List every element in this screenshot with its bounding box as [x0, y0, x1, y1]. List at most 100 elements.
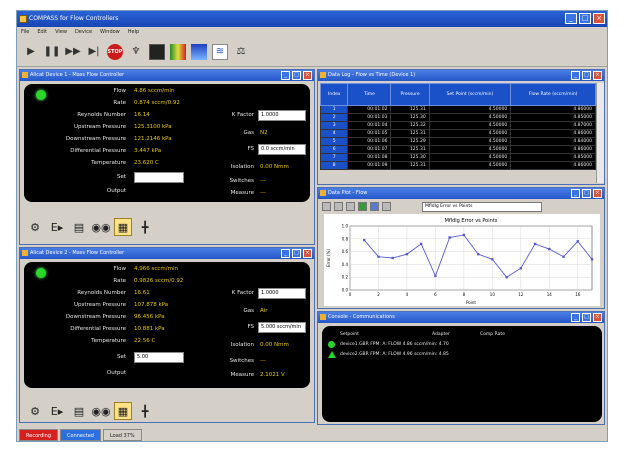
- crosshair-icon[interactable]: ╋: [136, 402, 154, 420]
- device2-titlebar[interactable]: Alicat Device 2 - Mass Flow Controller _…: [20, 248, 314, 259]
- device1-toolbar: ⚙ E▸ ▤ ◉◉ ▦ ╋: [26, 218, 154, 236]
- plot-icon[interactable]: ≋: [212, 43, 228, 60]
- connect-icon[interactable]: ⚙: [26, 402, 44, 420]
- minimize-button[interactable]: _: [565, 13, 577, 24]
- k-factor-input[interactable]: 1.0000: [258, 110, 306, 121]
- plot-maximize-button[interactable]: □: [582, 189, 591, 198]
- gauge-icon[interactable]: [170, 43, 186, 60]
- console-maximize-button[interactable]: □: [582, 313, 591, 322]
- menu-help[interactable]: Help: [128, 27, 139, 37]
- copy-icon[interactable]: [370, 202, 379, 211]
- controller-icon[interactable]: ▦: [114, 218, 132, 236]
- table-row[interactable]: 4 00:01:05 125.31 4.50000 4.86000: [319, 129, 596, 138]
- run-icon[interactable]: ▶: [23, 44, 39, 60]
- stop-button[interactable]: STOP: [107, 43, 123, 60]
- console-minimize-button[interactable]: _: [571, 313, 580, 322]
- table-cell: 00:01:09: [347, 161, 392, 170]
- skip-icon[interactable]: ▶▶: [65, 44, 81, 60]
- device1-maximize-button[interactable]: □: [292, 71, 301, 80]
- device1-close-button[interactable]: ×: [303, 71, 312, 80]
- isolation-label: Isolation: [230, 164, 254, 170]
- column-header-flow-rate[interactable]: Flow Rate (sccm/min): [510, 83, 596, 106]
- datalog-close-button[interactable]: ×: [593, 71, 602, 80]
- menu-edit[interactable]: Edit: [37, 27, 47, 37]
- menu-device[interactable]: Device: [75, 27, 92, 37]
- plot-minimize-button[interactable]: _: [571, 189, 580, 198]
- plot-titlebar[interactable]: Data Plot - Flow _ □ ×: [318, 188, 604, 199]
- flow-label: Flow: [113, 266, 126, 272]
- fs-label: FS: [247, 324, 254, 330]
- fs-input[interactable]: 0.0 sccm/min: [258, 144, 306, 155]
- datalog-titlebar[interactable]: Data Log - Flow vs Time (Device 1) _ □ ×: [318, 70, 604, 81]
- k-factor-input[interactable]: 1.0000: [258, 288, 306, 299]
- export-icon[interactable]: E▸: [48, 218, 66, 236]
- table-row[interactable]: 2 00:01:03 125.30 4.50000 4.85000: [319, 113, 596, 122]
- grid-view-icon[interactable]: [149, 43, 165, 60]
- pause-icon[interactable]: ❚❚: [44, 44, 61, 60]
- device2-toolbar: ⚙ E▸ ▤ ◉◉ ▦ ╋: [26, 402, 154, 420]
- table-row[interactable]: 7 00:01:08 125.30 4.50000 4.85000: [319, 153, 596, 162]
- connect-icon[interactable]: ⚙: [26, 218, 44, 236]
- column-header-index[interactable]: Index: [319, 83, 349, 106]
- database-icon[interactable]: ▤: [70, 218, 88, 236]
- controller-icon[interactable]: ▦: [114, 402, 132, 420]
- close-button[interactable]: ×: [593, 13, 605, 24]
- column-header-time[interactable]: Time: [347, 83, 392, 106]
- status-recording: Recording: [19, 429, 59, 441]
- print-icon[interactable]: [346, 202, 355, 211]
- column-header-pressure[interactable]: Pressure: [390, 83, 430, 106]
- pan-icon[interactable]: [334, 202, 343, 211]
- table-row[interactable]: 5 00:01:06 125.29 4.50000 4.84000: [319, 137, 596, 146]
- calibrate-icon[interactable]: ⚖: [233, 44, 249, 60]
- table-cell: 4.50000: [428, 145, 512, 154]
- device1-minimize-button[interactable]: _: [281, 71, 290, 80]
- datalog-maximize-button[interactable]: □: [582, 71, 591, 80]
- y-tick-label: 0.0: [342, 288, 349, 293]
- x-tick-label: 0: [349, 292, 352, 297]
- device2-minimize-button[interactable]: _: [281, 249, 290, 258]
- meter-icon[interactable]: ◉◉: [91, 402, 110, 420]
- zoom-icon[interactable]: [322, 202, 331, 211]
- device1-titlebar[interactable]: Alicat Device 1 - Mass Flow Controller _…: [20, 70, 314, 81]
- table-cell: 3: [319, 121, 349, 130]
- fs-input[interactable]: 5.000 sccm/min: [258, 322, 306, 333]
- column-header-setpoint[interactable]: Set Point (sccm/min): [428, 83, 512, 106]
- database-icon[interactable]: ▤: [70, 402, 88, 420]
- grid-icon[interactable]: [382, 202, 391, 211]
- datalog-scrollbar[interactable]: [596, 83, 604, 183]
- table-cell: 00:01:05: [347, 129, 392, 138]
- step-icon[interactable]: ▶|: [86, 44, 102, 60]
- table-cell: 4.50000: [428, 129, 512, 138]
- table-row[interactable]: 8 00:01:09 125.31 4.50000 4.86000: [319, 161, 596, 170]
- title-bar[interactable]: COMPASS for Flow Controllers _ □ ×: [17, 11, 607, 27]
- save-icon[interactable]: [358, 202, 367, 211]
- valve-icon[interactable]: ♆: [128, 44, 144, 60]
- maximize-button[interactable]: □: [579, 13, 591, 24]
- menu-window[interactable]: Window: [100, 27, 120, 37]
- set-label: Set: [116, 174, 126, 180]
- console-titlebar[interactable]: Console - Communications _ □ ×: [318, 312, 604, 323]
- bar-chart-icon[interactable]: [191, 43, 207, 60]
- device2-close-button[interactable]: ×: [303, 249, 312, 258]
- menu-file[interactable]: File: [21, 27, 29, 37]
- table-cell: 4.85000: [510, 153, 596, 162]
- measure-label: Measure: [230, 190, 254, 196]
- datalog-window: Data Log - Flow vs Time (Device 1) _ □ ×…: [317, 69, 605, 185]
- data-point: [462, 233, 466, 237]
- plot-close-button[interactable]: ×: [593, 189, 602, 198]
- meter-icon[interactable]: ◉◉: [91, 218, 110, 236]
- crosshair-icon[interactable]: ╋: [136, 218, 154, 236]
- datalog-minimize-button[interactable]: _: [571, 71, 580, 80]
- plot-series-dropdown[interactable]: Mfldlg Error vs Points: [422, 202, 542, 212]
- console-close-button[interactable]: ×: [593, 313, 602, 322]
- plot-window: Data Plot - Flow _ □ × Mfldlg Error vs P…: [317, 187, 605, 309]
- data-point: [562, 255, 565, 258]
- menu-view[interactable]: View: [55, 27, 67, 37]
- table-row[interactable]: 6 00:01:07 125.31 4.50000 4.86000: [319, 145, 596, 154]
- device2-maximize-button[interactable]: □: [292, 249, 301, 258]
- table-row[interactable]: 3 00:01:04 125.32 4.50000 4.87000: [319, 121, 596, 130]
- table-row[interactable]: 1 00:01:02 125.31 4.50000 4.86000: [319, 105, 596, 114]
- switches-label: Switches: [229, 358, 254, 364]
- temperature-label: Temperature: [91, 160, 126, 166]
- export-icon[interactable]: E▸: [48, 402, 66, 420]
